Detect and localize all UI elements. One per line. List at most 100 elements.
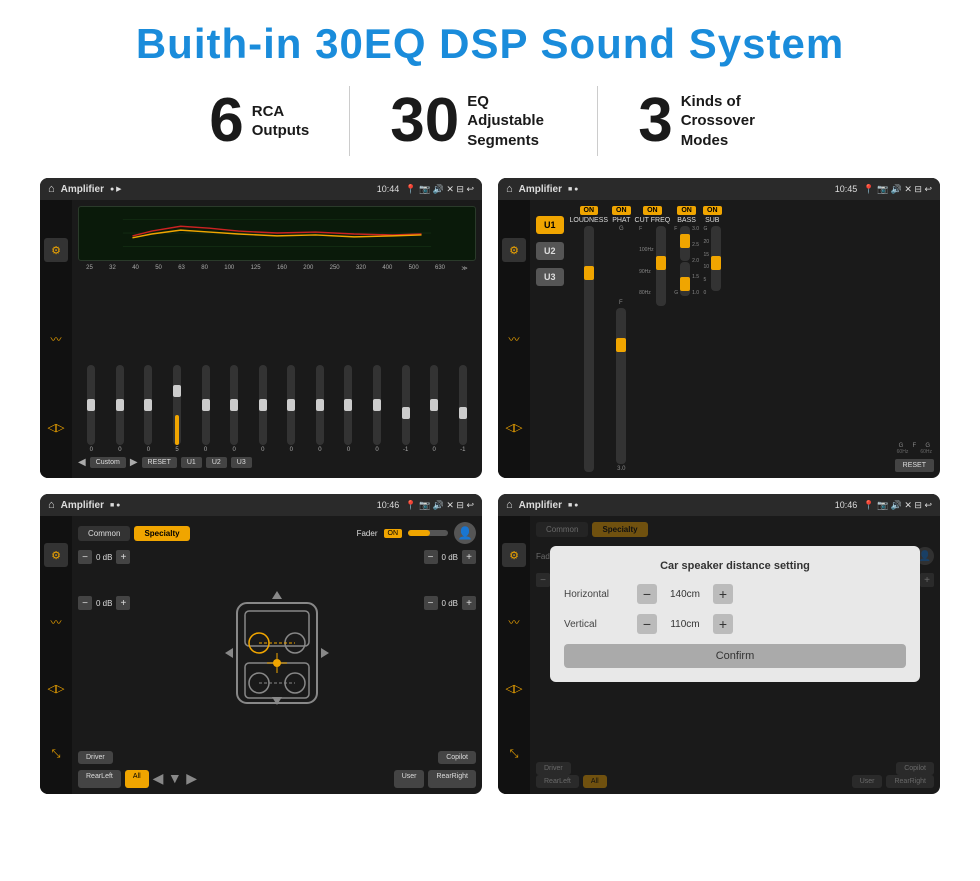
eq-slider-track-13[interactable]: [459, 365, 467, 445]
sub-on[interactable]: ON: [703, 206, 722, 215]
cross-filter-icon[interactable]: ⚙: [44, 543, 68, 567]
home-icon-1[interactable]: ⌂: [48, 183, 55, 195]
dist-filter-icon[interactable]: ⚙: [502, 543, 526, 567]
dist-expand-icon[interactable]: ⤡: [502, 743, 526, 767]
eq-slider-track-11[interactable]: [402, 365, 410, 445]
eq-slider-track-9[interactable]: [344, 365, 352, 445]
cross-vol-icon[interactable]: ◁▷: [44, 676, 68, 700]
dist-all-btn[interactable]: All: [583, 775, 607, 788]
cutfreq-slider[interactable]: [656, 226, 666, 306]
u1-select-btn[interactable]: U1: [536, 216, 564, 234]
eq-wave-icon[interactable]: 〰: [44, 327, 68, 351]
bass-thumb-1[interactable]: [680, 234, 690, 248]
home-icon-3[interactable]: ⌂: [48, 499, 55, 511]
sub-slider[interactable]: [711, 226, 721, 291]
custom-preset[interactable]: Custom: [90, 457, 126, 468]
rearleft-btn[interactable]: RearLeft: [78, 770, 121, 788]
phat-thumb[interactable]: [616, 338, 626, 352]
dist-user-btn[interactable]: User: [852, 775, 883, 788]
eq-thumb-10[interactable]: [373, 399, 381, 411]
sub-thumb[interactable]: [711, 256, 721, 270]
fader-on-badge[interactable]: ON: [384, 529, 403, 538]
dist-db-l1-minus[interactable]: −: [536, 573, 550, 587]
cross-tab-specialty[interactable]: Specialty: [134, 526, 189, 541]
eq-slider-track-8[interactable]: [316, 365, 324, 445]
rearright-btn[interactable]: RearRight: [428, 770, 476, 788]
u3-select-btn[interactable]: U3: [536, 268, 564, 286]
db2-minus-btn[interactable]: −: [78, 596, 92, 610]
bass-on[interactable]: ON: [677, 206, 696, 215]
amp-wave-icon[interactable]: 〰: [502, 327, 526, 351]
eq-slider-track-10[interactable]: [373, 365, 381, 445]
eq-thumb-12[interactable]: [430, 399, 438, 411]
all-btn[interactable]: All: [125, 770, 149, 788]
home-icon-2[interactable]: ⌂: [506, 183, 513, 195]
cutfreq-on[interactable]: ON: [643, 206, 662, 215]
dist-vertical-minus-btn[interactable]: −: [637, 614, 657, 634]
eq-slider-track-12[interactable]: [430, 365, 438, 445]
bass-thumb-2[interactable]: [680, 277, 690, 291]
db1-minus-btn[interactable]: −: [78, 550, 92, 564]
nav-right-arrow[interactable]: ▶: [186, 770, 197, 786]
amp-reset-btn[interactable]: RESET: [895, 459, 934, 472]
eq-thumb-0[interactable]: [87, 399, 95, 411]
eq-slider-track-3[interactable]: [173, 365, 181, 445]
eq-slider-track-7[interactable]: [287, 365, 295, 445]
prev-icon[interactable]: ◀: [78, 457, 86, 468]
dist-vol-icon[interactable]: ◁▷: [502, 676, 526, 700]
dist-horizontal-minus-btn[interactable]: −: [637, 584, 657, 604]
eq-thumb-4[interactable]: [202, 399, 210, 411]
eq-thumb-1[interactable]: [116, 399, 124, 411]
eq-thumb-13[interactable]: [459, 407, 467, 419]
eq-thumb-6[interactable]: [259, 399, 267, 411]
dist-vertical-plus-btn[interactable]: +: [713, 614, 733, 634]
cross-expand-icon[interactable]: ⤡: [44, 743, 68, 767]
loudness-on[interactable]: ON: [580, 206, 599, 215]
dist-tab-specialty[interactable]: Specialty: [592, 522, 647, 537]
confirm-button[interactable]: Confirm: [564, 644, 906, 668]
db3-minus-btn[interactable]: −: [424, 550, 438, 564]
eq-slider-track-0[interactable]: [87, 365, 95, 445]
u1-btn[interactable]: U1: [181, 457, 202, 468]
home-icon-4[interactable]: ⌂: [506, 499, 513, 511]
eq-thumb-5[interactable]: [230, 399, 238, 411]
cutfreq-thumb[interactable]: [656, 256, 666, 270]
dist-tab-common[interactable]: Common: [536, 522, 588, 537]
db2-plus-btn[interactable]: +: [116, 596, 130, 610]
eq-slider-track-6[interactable]: [259, 365, 267, 445]
copilot-btn[interactable]: Copilot: [438, 751, 476, 764]
loudness-slider[interactable]: [584, 226, 594, 472]
eq-filter-icon[interactable]: ⚙: [44, 238, 68, 262]
dist-copilot-btn[interactable]: Copilot: [896, 762, 934, 775]
u3-btn[interactable]: U3: [231, 457, 252, 468]
u2-btn[interactable]: U2: [206, 457, 227, 468]
eq-thumb-9[interactable]: [344, 399, 352, 411]
eq-thumb-8[interactable]: [316, 399, 324, 411]
fader-bar[interactable]: [408, 530, 448, 536]
eq-thumb-11[interactable]: [402, 407, 410, 419]
eq-thumb-3[interactable]: [173, 385, 181, 397]
bass-slider-2[interactable]: [680, 262, 690, 297]
dist-horizontal-plus-btn[interactable]: +: [713, 584, 733, 604]
dist-db-r1-plus[interactable]: +: [920, 573, 934, 587]
driver-btn[interactable]: Driver: [78, 751, 113, 764]
dist-rearleft-btn[interactable]: RearLeft: [536, 775, 579, 788]
eq-thumb-2[interactable]: [144, 399, 152, 411]
cross-tab-common[interactable]: Common: [78, 526, 130, 541]
db3-plus-btn[interactable]: +: [462, 550, 476, 564]
phat-on[interactable]: ON: [612, 206, 631, 215]
dist-wave-icon[interactable]: 〰: [502, 610, 526, 634]
db4-plus-btn[interactable]: +: [462, 596, 476, 610]
db1-plus-btn[interactable]: +: [116, 550, 130, 564]
nav-left-arrow[interactable]: ◀: [153, 770, 164, 786]
next-icon[interactable]: ▶: [130, 457, 138, 468]
eq-slider-track-2[interactable]: [144, 365, 152, 445]
loudness-thumb[interactable]: [584, 266, 594, 280]
user-btn[interactable]: User: [394, 770, 425, 788]
eq-volume-icon[interactable]: ◁▷: [44, 416, 68, 440]
phat-slider[interactable]: [616, 308, 626, 464]
amp-filter-icon[interactable]: ⚙: [502, 238, 526, 262]
dist-driver-btn[interactable]: Driver: [536, 762, 571, 775]
amp-vol-icon[interactable]: ◁▷: [502, 416, 526, 440]
dist-rearright-btn[interactable]: RearRight: [886, 775, 934, 788]
